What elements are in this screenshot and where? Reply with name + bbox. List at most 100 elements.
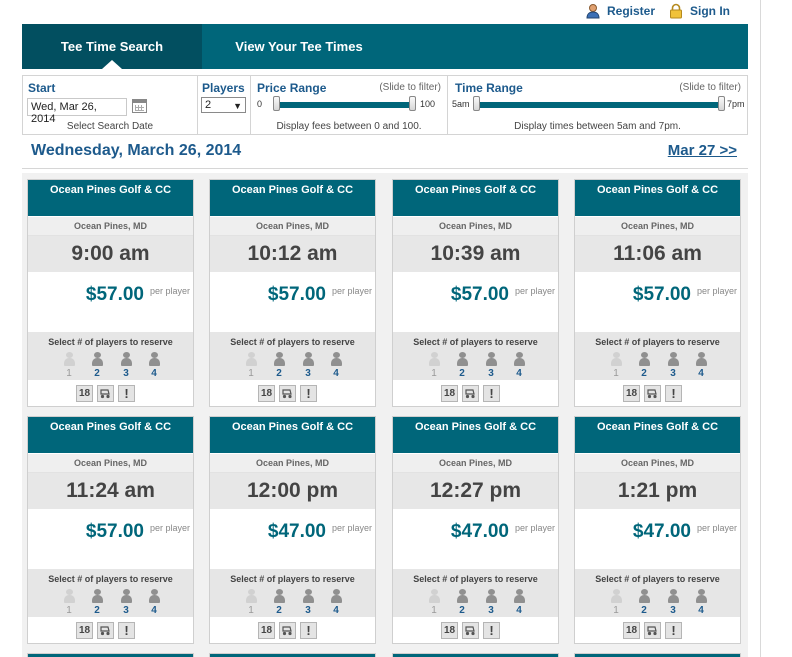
alert-icon[interactable]: ! — [300, 622, 317, 639]
course-name[interactable]: Ocean Pines Golf & CC — [393, 417, 558, 453]
player-count-label: 2 — [641, 368, 647, 379]
player-selector: Select # of players to reserve 1 2 3 4 — [393, 569, 558, 617]
player-option-2[interactable]: 2 — [455, 589, 469, 616]
calendar-icon[interactable] — [132, 99, 147, 113]
tee-time: 9:00 am — [28, 236, 193, 272]
player-option-4[interactable]: 4 — [512, 352, 526, 379]
player-option-4[interactable]: 4 — [147, 589, 161, 616]
player-option-3[interactable]: 3 — [119, 352, 133, 379]
player-option-1[interactable]: 1 — [62, 589, 76, 616]
player-option-3[interactable]: 3 — [666, 352, 680, 379]
person-icon — [638, 589, 650, 603]
player-option-1[interactable]: 1 — [427, 589, 441, 616]
player-count-label: 1 — [431, 605, 437, 616]
time-title: Time Range — [455, 81, 523, 95]
person-icon — [610, 352, 622, 366]
player-count-label: 4 — [516, 368, 522, 379]
signin-link[interactable]: Sign In — [668, 3, 730, 19]
player-selector: Select # of players to reserve 1 2 3 4 — [210, 332, 375, 380]
player-option-4[interactable]: 4 — [329, 589, 343, 616]
start-note: Select Search Date — [66, 121, 154, 132]
person-icon — [638, 352, 650, 366]
price-box: $47.00 per player — [575, 509, 740, 569]
course-location: Ocean Pines, MD — [28, 454, 193, 473]
player-option-1[interactable]: 1 — [609, 352, 623, 379]
next-day-link[interactable]: Mar 27 >> — [668, 142, 737, 159]
card-feature-icons: 18 ! — [393, 380, 558, 406]
time-min-handle[interactable] — [473, 96, 480, 111]
alert-icon[interactable]: ! — [665, 622, 682, 639]
player-option-4[interactable]: 4 — [329, 352, 343, 379]
person-icon — [63, 589, 75, 603]
person-icon — [63, 352, 75, 366]
per-player-label: per player — [331, 286, 372, 296]
per-player-label: per player — [331, 523, 372, 533]
player-option-3[interactable]: 3 — [119, 589, 133, 616]
course-location: Ocean Pines, MD — [575, 454, 740, 473]
tee-time-card — [27, 653, 194, 657]
alert-icon[interactable]: ! — [118, 385, 135, 402]
price-max-handle[interactable] — [409, 96, 416, 111]
player-option-1[interactable]: 1 — [244, 589, 258, 616]
tab-view-your-tee-times[interactable]: View Your Tee Times — [208, 24, 390, 69]
player-option-4[interactable]: 4 — [694, 589, 708, 616]
player-option-4[interactable]: 4 — [147, 352, 161, 379]
time-max-handle[interactable] — [718, 96, 725, 111]
price-amount: $47.00 — [267, 521, 326, 542]
player-option-3[interactable]: 3 — [484, 589, 498, 616]
player-option-1[interactable]: 1 — [609, 589, 623, 616]
players-filter: Players 2 ▼ — [198, 76, 251, 134]
player-selector-prompt: Select # of players to reserve — [595, 574, 720, 584]
register-link[interactable]: Register — [585, 3, 655, 19]
player-count-label: 4 — [516, 605, 522, 616]
course-name[interactable]: Ocean Pines Golf & CC — [575, 180, 740, 216]
player-option-4[interactable]: 4 — [694, 352, 708, 379]
price-amount: $57.00 — [85, 521, 144, 542]
player-option-4[interactable]: 4 — [512, 589, 526, 616]
golf-cart-svg — [647, 389, 657, 399]
person-icon — [610, 589, 622, 603]
price-min-handle[interactable] — [273, 96, 280, 111]
price-max-label: 100 — [420, 99, 436, 109]
player-count-label: 4 — [333, 605, 339, 616]
tee-time: 1:21 pm — [575, 473, 740, 509]
alert-icon[interactable]: ! — [483, 385, 500, 402]
course-name[interactable]: Ocean Pines Golf & CC — [28, 417, 193, 453]
player-option-1[interactable]: 1 — [427, 352, 441, 379]
player-option-1[interactable]: 1 — [62, 352, 76, 379]
course-name[interactable]: Ocean Pines Golf & CC — [28, 180, 193, 216]
alert-icon[interactable]: ! — [300, 385, 317, 402]
price-slider-track[interactable] — [276, 102, 415, 108]
player-option-2[interactable]: 2 — [637, 352, 651, 379]
page-divider — [760, 0, 761, 657]
person-icon — [485, 352, 497, 366]
player-option-1[interactable]: 1 — [244, 352, 258, 379]
alert-icon[interactable]: ! — [118, 622, 135, 639]
player-option-3[interactable]: 3 — [301, 352, 315, 379]
course-name[interactable]: Ocean Pines Golf & CC — [210, 180, 375, 216]
person-icon — [120, 352, 132, 366]
start-date-input[interactable]: Wed, Mar 26, 2014 — [27, 98, 127, 125]
player-option-2[interactable]: 2 — [272, 352, 286, 379]
course-name[interactable]: Ocean Pines Golf & CC — [210, 417, 375, 453]
course-name[interactable]: Ocean Pines Golf & CC — [393, 180, 558, 216]
signin-label: Sign In — [690, 4, 730, 18]
course-name[interactable]: Ocean Pines Golf & CC — [575, 417, 740, 453]
player-option-2[interactable]: 2 — [455, 352, 469, 379]
golf-cart-svg — [282, 389, 292, 399]
player-option-2[interactable]: 2 — [90, 352, 104, 379]
player-option-2[interactable]: 2 — [90, 589, 104, 616]
player-count-label: 4 — [333, 368, 339, 379]
players-select[interactable]: 2 ▼ — [201, 97, 246, 113]
alert-icon[interactable]: ! — [665, 385, 682, 402]
player-option-2[interactable]: 2 — [272, 589, 286, 616]
tee-time: 11:24 am — [28, 473, 193, 509]
price-amount: $57.00 — [632, 284, 691, 305]
player-option-3[interactable]: 3 — [301, 589, 315, 616]
alert-icon[interactable]: ! — [483, 622, 500, 639]
player-option-2[interactable]: 2 — [637, 589, 651, 616]
player-option-3[interactable]: 3 — [666, 589, 680, 616]
tab-tee-time-search[interactable]: Tee Time Search — [22, 24, 202, 69]
time-slider-track[interactable] — [477, 102, 723, 108]
player-option-3[interactable]: 3 — [484, 352, 498, 379]
